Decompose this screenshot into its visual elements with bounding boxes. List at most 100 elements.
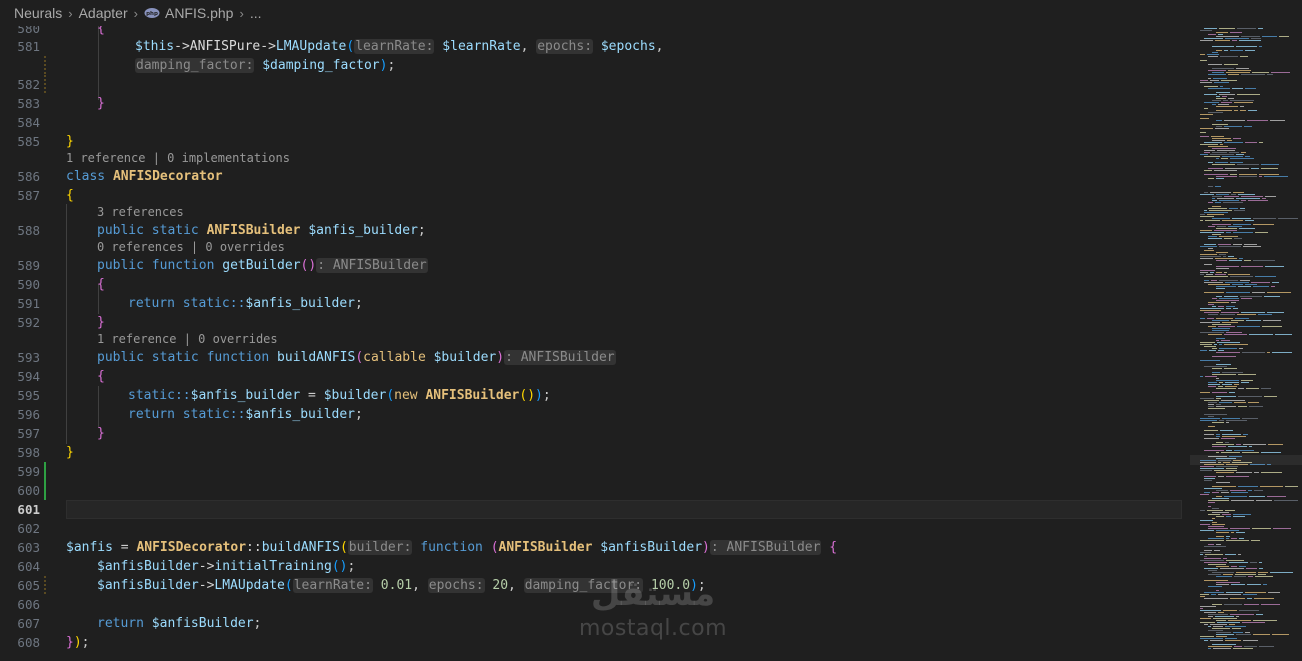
minimap-stroke [1239, 228, 1255, 229]
minimap-stroke [1216, 436, 1220, 437]
watermark-latin: mostaql.com [578, 616, 728, 641]
line-number: 598 [17, 445, 40, 460]
minimap-stroke [1218, 244, 1231, 245]
minimap-stroke [1247, 584, 1261, 585]
minimap-stroke [1218, 386, 1223, 387]
minimap-stroke [1214, 470, 1237, 471]
minimap-stroke [1230, 490, 1246, 491]
code-lens[interactable]: 1 reference | 0 implementations [66, 149, 290, 168]
minimap-stroke [1200, 466, 1214, 467]
minimap-stroke [1212, 486, 1236, 487]
minimap-stroke [1216, 272, 1222, 273]
minimap-stroke [1226, 592, 1243, 593]
minimap-stroke [1234, 238, 1242, 239]
minimap-stroke [1249, 496, 1265, 497]
minimap-stroke [1249, 446, 1252, 447]
chevron-right-icon: › [239, 5, 244, 21]
minimap-stroke [1200, 332, 1224, 333]
minimap-stroke [1212, 392, 1227, 393]
minimap-stroke [1212, 644, 1236, 645]
code-text: }); [66, 635, 90, 650]
minimap-stroke [1265, 196, 1276, 197]
minimap-stroke [1216, 120, 1222, 121]
minimap-stroke [1245, 632, 1250, 633]
minimap-stroke [1226, 72, 1250, 73]
minimap-stroke [1208, 646, 1232, 647]
minimap-stroke [1212, 522, 1217, 523]
minimap-stroke [1208, 614, 1228, 615]
breadcrumb-item-neurals[interactable]: Neurals [14, 5, 62, 21]
breadcrumb-item-file[interactable]: ANFIS.php [165, 5, 233, 21]
minimap-stroke [1236, 444, 1241, 445]
minimap-stroke [1200, 342, 1215, 343]
minimap-stroke [1255, 276, 1276, 277]
minimap-stroke [1232, 218, 1251, 219]
code-lens[interactable]: 0 references | 0 overrides [97, 238, 285, 257]
minimap-stroke [1213, 626, 1223, 627]
minimap-stroke [1223, 574, 1233, 575]
minimap-stroke [1226, 468, 1237, 469]
code-line: 596 return static::$anfis_builder; [0, 405, 1190, 424]
minimap-stroke [1275, 334, 1292, 335]
minimap-stroke [1245, 220, 1254, 221]
minimap-stroke [1218, 326, 1235, 327]
current-code-line[interactable]: 601 [0, 500, 1190, 519]
code-text: $anfis = ANFISDecorator::buildANFIS(buil… [66, 540, 838, 555]
minimap-stroke [1212, 148, 1236, 149]
minimap-stroke [1238, 194, 1255, 195]
minimap-stroke [1225, 626, 1246, 627]
minimap-stroke [1205, 554, 1223, 555]
breadcrumb-item-more[interactable]: ... [250, 5, 262, 21]
minimap-stroke [1245, 88, 1256, 89]
minimap-stroke [1208, 78, 1211, 79]
minimap-stroke [1221, 80, 1237, 81]
minimap-stroke [1224, 126, 1242, 127]
minimap-stroke [1253, 620, 1277, 621]
minimap-stroke [1240, 56, 1248, 57]
minimap-stroke [1249, 334, 1273, 335]
minimap-stroke [1239, 348, 1243, 349]
line-number: 597 [17, 426, 40, 441]
minimap-stroke [1248, 576, 1253, 577]
minimap-stroke [1205, 220, 1220, 221]
minimap-stroke [1221, 452, 1240, 453]
code-editor[interactable]: 580 { 581 $this->ANFISPure->LMAUpdate(le… [0, 0, 1190, 657]
minimap-stroke [1216, 482, 1230, 483]
minimap-stroke [1212, 198, 1215, 199]
minimap-stroke [1230, 50, 1243, 51]
minimap-stroke [1220, 86, 1223, 87]
minimap-stroke [1216, 532, 1229, 533]
code-lens[interactable]: 1 reference | 0 overrides [97, 330, 278, 349]
minimap-stroke [1216, 566, 1229, 567]
line-number: 589 [17, 258, 40, 273]
minimap-stroke [1200, 494, 1209, 495]
code-lens-line: 1 reference | 0 overrides [0, 330, 1190, 349]
minimap-stroke [1208, 238, 1222, 239]
minimap-stroke [1200, 80, 1208, 81]
minimap-stroke [1225, 510, 1235, 511]
minimap-stroke [1225, 38, 1249, 39]
minimap-stroke [1212, 306, 1216, 307]
minimap-stroke [1216, 288, 1225, 289]
minimap-stroke [1215, 162, 1228, 163]
minimap-stroke [1228, 70, 1251, 71]
code-lens-line: 3 references [0, 203, 1190, 222]
minimap-stroke [1279, 36, 1289, 37]
code-lens[interactable]: 3 references [97, 203, 184, 222]
minimap-stroke [1204, 244, 1216, 245]
minimap-stroke [1268, 592, 1280, 593]
minimap-stroke [1208, 630, 1223, 631]
breadcrumb-item-adapter[interactable]: Adapter [79, 5, 128, 21]
minimap-stroke [1226, 560, 1244, 561]
minimap-stroke [1256, 500, 1272, 501]
minimap-stroke [1224, 238, 1232, 239]
minimap-stroke [1233, 648, 1253, 649]
minimap-stroke [1259, 142, 1263, 143]
minimap[interactable] [1190, 0, 1302, 657]
minimap-stroke [1212, 498, 1229, 499]
minimap-stroke [1214, 344, 1217, 345]
svg-text:php: php [146, 11, 158, 17]
minimap-stroke [1252, 528, 1271, 529]
minimap-stroke [1216, 98, 1226, 99]
minimap-stroke [1234, 402, 1246, 403]
